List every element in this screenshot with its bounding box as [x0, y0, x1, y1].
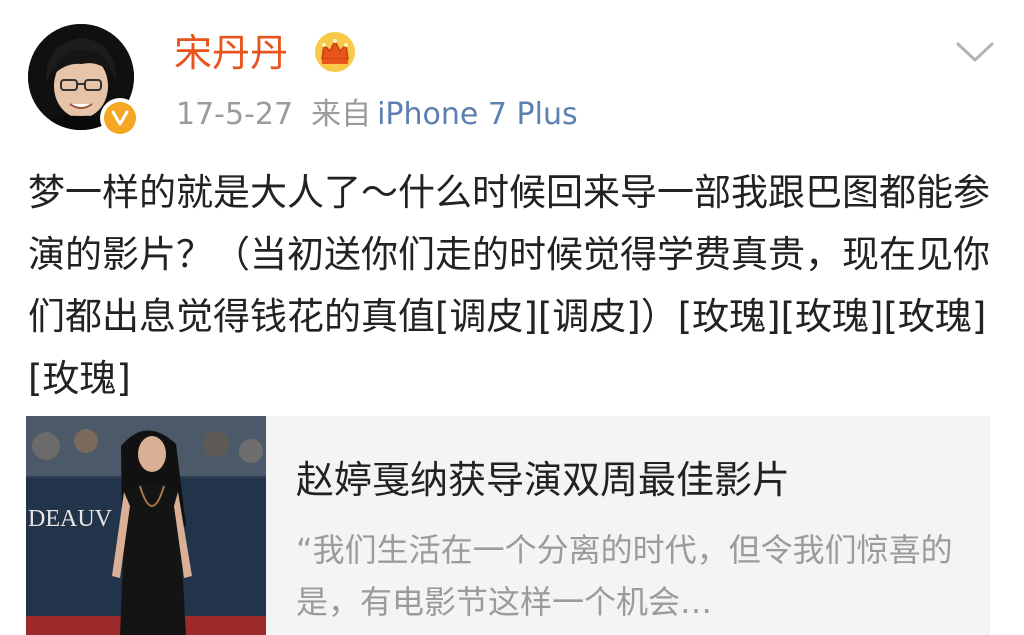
- card-title[interactable]: 赵婷戛纳获导演双周最佳影片: [296, 454, 790, 506]
- card-description: “我们生活在一个分离的时代，但令我们惊喜的是，有电影节这样一个机会…: [296, 531, 953, 621]
- crown-icon[interactable]: [313, 30, 357, 74]
- verified-v-icon: [100, 98, 140, 138]
- card-thumbnail: DEAUV: [26, 416, 266, 635]
- post-meta: 17-5-27 来自 iPhone 7 Plus: [176, 94, 578, 136]
- post-date: 17-5-27: [176, 97, 294, 132]
- author-name[interactable]: 宋丹丹: [174, 28, 288, 78]
- link-card[interactable]: DEAUV 赵婷戛纳获导演双周最佳影片 “我们生活在一个分离的时代，但令我们惊喜…: [26, 416, 990, 635]
- thumbnail-backdrop-text: DEAUV: [28, 506, 113, 532]
- chevron-down-icon[interactable]: [954, 38, 996, 66]
- post-text: 梦一样的就是大人了～什么时候回来导一部我跟巴图都能参演的影片？（当初送你们走的时…: [28, 171, 990, 400]
- source-prefix: 来自: [311, 97, 372, 132]
- source-device-link[interactable]: iPhone 7 Plus: [377, 97, 578, 132]
